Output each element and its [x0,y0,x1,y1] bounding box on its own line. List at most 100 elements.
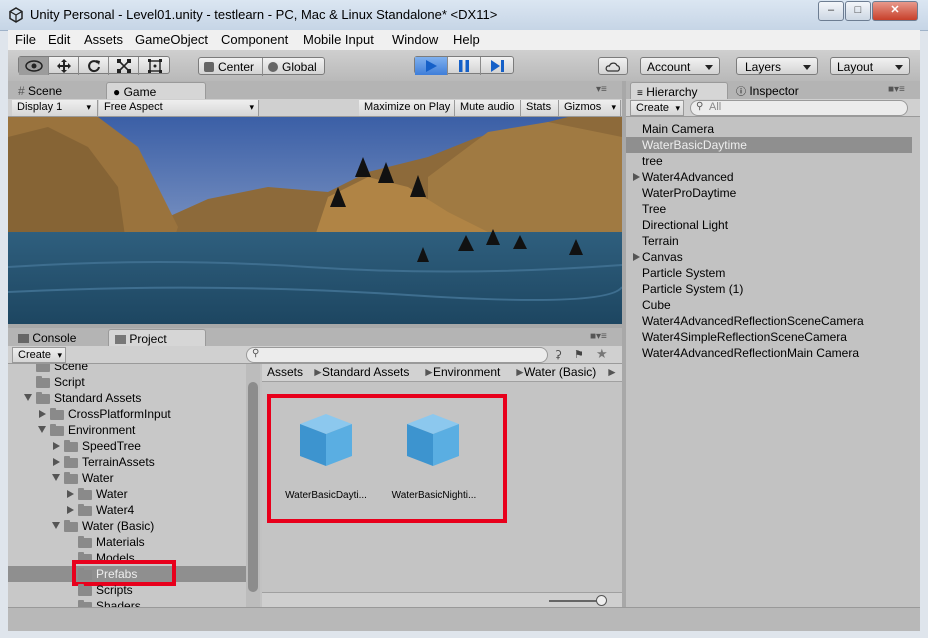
hierarchy-item[interactable]: Directional Light [626,217,912,233]
tab-scene[interactable]: # Scene [12,82,104,100]
menu-edit[interactable]: Edit [48,32,70,47]
hierarchy-item[interactable]: Water4Advanced [626,169,912,185]
game-viewport[interactable] [8,117,622,324]
hierarchy-item[interactable]: Main Camera [626,121,912,137]
mute-audio-toggle[interactable]: Mute audio [455,100,521,116]
project-folder-item[interactable]: Water [8,486,246,502]
hierarchy-item[interactable]: WaterProDaytime [626,185,912,201]
menu-mobile-input[interactable]: Mobile Input [303,32,374,47]
menu-help[interactable]: Help [453,32,480,47]
scale-icon[interactable] [109,57,139,75]
project-folder-item[interactable]: Water [8,470,246,486]
project-folder-item[interactable]: SpeedTree [8,438,246,454]
project-folder-item[interactable]: CrossPlatformInput [8,406,246,422]
lock-menu-icon[interactable]: ■▾≡ [888,84,905,95]
asset-tile[interactable]: WaterBasicDayti... [278,410,374,508]
expand-arrow-icon[interactable] [53,458,60,466]
play-icon[interactable] [415,57,448,75]
project-folder-item[interactable]: Scene [8,364,246,374]
expand-arrow-icon[interactable] [67,490,74,498]
project-folder-item[interactable]: Environment [8,422,246,438]
maximize-on-play-toggle[interactable]: Maximize on Play [359,100,455,116]
asset-tile[interactable]: WaterBasicNighti... [385,410,483,508]
expand-arrow-icon[interactable] [39,410,46,418]
hierarchy-item[interactable]: WaterBasicDaytime [626,137,912,153]
project-folder-item[interactable]: Water4 [8,502,246,518]
expand-arrow-icon[interactable] [633,253,640,261]
project-search-input[interactable]: ⚲ [246,347,548,363]
layers-dropdown[interactable]: Layers [736,57,818,75]
project-folder-item[interactable]: Shaders [8,598,246,607]
project-folder-item[interactable]: Script [8,374,246,390]
hierarchy-item[interactable]: Terrain [626,233,912,249]
close-button[interactable]: ✕ [872,1,918,21]
expand-arrow-icon[interactable] [53,442,60,450]
project-folder-item[interactable]: Materials [8,534,246,550]
hierarchy-item[interactable]: Tree [626,201,912,217]
tab-project[interactable]: Project [108,329,206,347]
project-folder-item[interactable]: TerrainAssets [8,454,246,470]
expand-arrow-icon[interactable] [633,173,640,181]
collapse-arrow-icon[interactable] [24,394,32,401]
expand-arrow-icon[interactable] [67,506,74,514]
menu-component[interactable]: Component [221,32,288,47]
eye-icon[interactable] [19,57,49,75]
filter-label-icon[interactable]: ⚑ [574,347,590,361]
rect-icon[interactable] [139,57,171,75]
dropdown-arrow-icon: ▾ [86,102,91,112]
layout-dropdown[interactable]: Layout [830,57,910,75]
tree-scrollbar[interactable] [246,364,260,607]
hierarchy-item[interactable]: Water4AdvancedReflectionMain Camera [626,345,912,361]
breadcrumb-environment[interactable]: Environment [433,365,500,379]
menu-file[interactable]: File [15,32,36,47]
filter-type-icon[interactable]: ⚳ [554,347,570,361]
hierarchy-item[interactable]: Particle System (1) [626,281,912,297]
hierarchy-item[interactable]: Canvas [626,249,912,265]
account-dropdown[interactable]: Account [640,57,720,75]
project-folder-item[interactable]: Water (Basic) [8,518,246,534]
tab-game[interactable]: ● Game [106,82,206,100]
project-create-dropdown[interactable]: Create ▾ [12,347,66,363]
panel-menu-icon[interactable]: ▾≡ [596,84,607,95]
pause-icon[interactable] [448,57,481,75]
favorite-star-icon[interactable]: ★ [596,346,614,362]
maximize-button[interactable]: □ [845,1,871,21]
hierarchy-item[interactable]: Particle System [626,265,912,281]
project-folder-item[interactable]: Standard Assets [8,390,246,406]
menu-gameobject[interactable]: GameObject [135,32,208,47]
minimize-button[interactable]: – [818,1,844,21]
display-dropdown[interactable]: Display 1 ▾ [12,100,98,116]
breadcrumb-standard-assets[interactable]: Standard Assets [322,365,409,379]
lock-menu-icon[interactable]: ■▾≡ [590,331,607,342]
breadcrumb-assets[interactable]: Assets [267,365,303,379]
aspect-dropdown[interactable]: Free Aspect ▾ [99,100,259,116]
scrollbar-thumb[interactable] [248,382,258,592]
stats-toggle[interactable]: Stats [521,100,559,116]
breadcrumb-water-basic[interactable]: Water (Basic) [524,365,596,379]
hierarchy-search-input[interactable]: ⚲ All [690,100,908,116]
gizmos-dropdown[interactable]: Gizmos ▾ [559,100,621,116]
collapse-arrow-icon[interactable] [52,522,60,529]
hierarchy-item[interactable]: Water4SimpleReflectionSceneCamera [626,329,912,345]
space-global-button[interactable]: Global [263,58,326,76]
move-icon[interactable] [49,57,79,75]
pivot-center-button[interactable]: Center [199,58,263,76]
menu-assets[interactable]: Assets [84,32,123,47]
step-icon[interactable] [481,57,515,75]
tab-hierarchy[interactable]: ≡ Hierarchy [630,82,728,100]
zoom-slider-thumb[interactable] [596,595,607,606]
hierarchy-item[interactable]: Water4AdvancedReflectionSceneCamera [626,313,912,329]
zoom-slider-track[interactable] [549,600,601,602]
collapse-arrow-icon[interactable] [38,426,46,433]
rotate-icon[interactable] [79,57,109,75]
cloud-button[interactable] [598,57,628,75]
menu-window[interactable]: Window [392,32,438,47]
hierarchy-create-dropdown[interactable]: Create ▾ [630,100,684,116]
space-label: Global [282,60,317,74]
hierarchy-item[interactable]: tree [626,153,912,169]
hierarchy-item[interactable]: Cube [626,297,912,313]
tab-inspector[interactable]: ⓘ Inspector [730,82,826,100]
project-folder-item[interactable]: Scripts [8,582,246,598]
tab-console[interactable]: Console [12,329,102,347]
collapse-arrow-icon[interactable] [52,474,60,481]
